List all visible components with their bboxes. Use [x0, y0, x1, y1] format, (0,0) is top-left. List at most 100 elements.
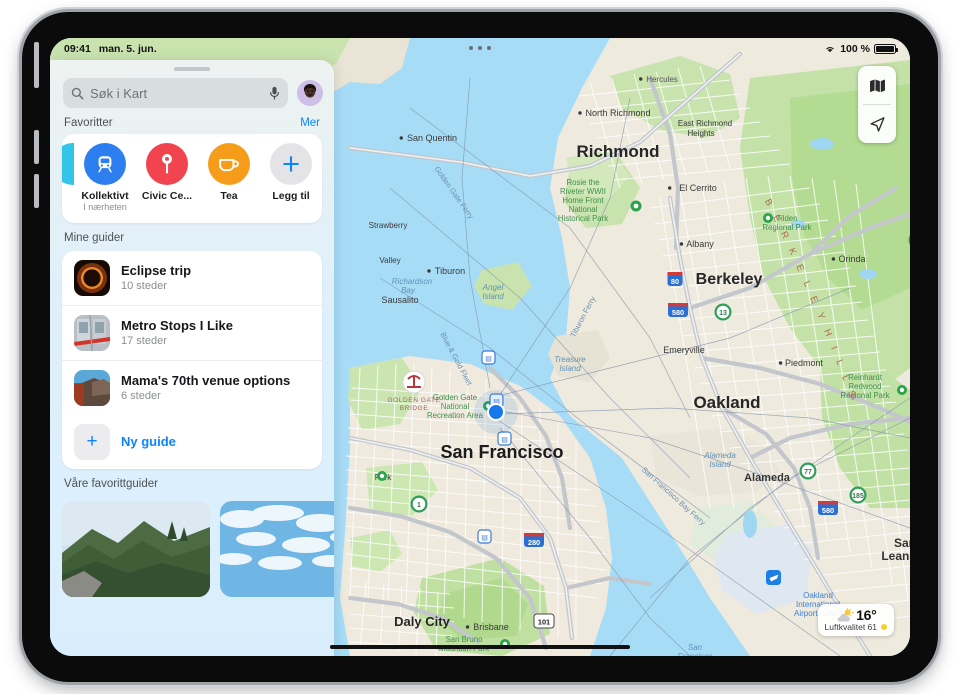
map-water-label: Island — [559, 364, 581, 373]
weather-row-aq: Luftkvalitet 61 — [825, 622, 887, 632]
highway-shield: 13 — [714, 303, 732, 321]
guide-row[interactable]: Mama's 70th venue options 6 steder — [62, 359, 322, 415]
volume-down-button[interactable] — [34, 174, 39, 208]
map-water-label: Island — [482, 292, 504, 301]
favorites-more-button[interactable]: Mer — [300, 117, 320, 129]
canyon-thumbnail — [74, 369, 110, 406]
map-water-label: Bay — [401, 286, 416, 295]
new-guide-row[interactable]: + Ny guide — [62, 415, 322, 469]
svg-text:1: 1 — [417, 502, 421, 509]
highway-shield: 280 — [524, 533, 544, 547]
map-city-label: Tiburon — [435, 266, 465, 276]
transit-icon — [84, 143, 126, 185]
microphone-icon — [270, 86, 279, 100]
map-city-label: Piedmont — [785, 358, 824, 368]
air-quality-indicator — [881, 624, 887, 630]
map-city-dot — [578, 111, 582, 115]
highway-shield: 77 — [799, 462, 817, 480]
device-screen: Richmond Berkeley Oakland San Francisco Daly… — [50, 38, 910, 656]
map-city-label: El Cerrito — [679, 183, 717, 193]
weather-row-temp: 16° — [825, 607, 887, 623]
map-water-label: Treasure — [554, 355, 586, 364]
favorite-label: Kollektivt — [81, 190, 129, 202]
guide-text: Metro Stops I Like 17 steder — [121, 318, 233, 348]
map-water-label: Angel — [482, 283, 504, 292]
map-city-label: San Quentin — [407, 133, 457, 143]
favorite-sublabel: I nærheten — [83, 202, 127, 213]
map-city-label: Daly City — [394, 614, 450, 629]
weather-temperature: 16° — [856, 607, 877, 623]
search-icon — [71, 87, 84, 99]
guide-row[interactable]: Eclipse trip 10 steder — [62, 251, 322, 305]
highway-shield: 80 — [667, 272, 683, 286]
map-ferry-label: Blue & Gold Fleet — [438, 331, 474, 388]
svg-text:77: 77 — [804, 469, 812, 476]
highway-shield: 185 — [849, 486, 867, 504]
map-city-label: Valley — [379, 256, 400, 265]
favorite-item-kollektivt[interactable]: Kollektivt I nærheten — [74, 143, 136, 213]
favorite-label: Tea — [220, 190, 238, 202]
highway-shield: 101 — [533, 613, 555, 629]
map-park-label: National — [569, 205, 598, 214]
map-layers-button[interactable] — [858, 66, 896, 104]
map-city-label: Brisbane — [473, 622, 509, 632]
guide-row[interactable]: Metro Stops I Like 17 steder — [62, 304, 322, 360]
favorite-item-civic-ce[interactable]: Civic Ce... — [136, 143, 198, 202]
map-city-label: East Richmond — [678, 119, 732, 128]
map-city-label: Heights — [687, 129, 714, 138]
search-input[interactable]: Søk i Kart — [63, 78, 288, 108]
multitask-dot — [478, 46, 482, 50]
favorite-item-legg-til[interactable]: Legg til — [260, 143, 322, 202]
forest-mountain-photo[interactable] — [62, 500, 210, 597]
svg-text:101: 101 — [538, 617, 550, 626]
svg-text:580: 580 — [822, 506, 834, 515]
new-guide-label: Ny guide — [121, 434, 176, 450]
cloudy-sky-photo[interactable] — [220, 500, 334, 597]
eclipse-thumbnail — [74, 259, 110, 296]
favorite-item-tea[interactable]: Tea — [198, 143, 260, 202]
current-location-dot — [474, 390, 518, 434]
svg-text:185: 185 — [852, 493, 864, 500]
favorite-label: Legg til — [272, 190, 310, 202]
favorites-strip[interactable]: Kollektivt I nærheten Civic Ce... Tea Legg t… — [62, 134, 322, 223]
map-park-label: National — [441, 402, 470, 411]
weather-widget[interactable]: 16° Luftkvalitet 61 — [817, 604, 894, 636]
map-city-label: Oakland — [693, 393, 760, 412]
locate-me-button[interactable] — [858, 105, 896, 143]
map-city-label: Berkeley — [696, 271, 763, 288]
favorite-item-partial[interactable] — [62, 143, 74, 190]
svg-text:▤: ▤ — [501, 437, 508, 444]
svg-text:BRIDGE: BRIDGE — [400, 405, 429, 412]
golden-gate-bridge-marker: GOLDEN GATE BRIDGE — [387, 370, 440, 412]
map-city-label: Richmond — [576, 142, 659, 161]
home-indicator[interactable] — [330, 645, 630, 649]
multitasking-handle[interactable] — [469, 46, 491, 50]
volume-up-button[interactable] — [34, 130, 39, 164]
map-city-label: Alameda — [744, 472, 791, 484]
map-city-dot — [668, 186, 672, 190]
map-city-label: North Richmond — [585, 108, 650, 118]
partly-cloudy-icon — [837, 607, 854, 622]
plus-icon: + — [74, 423, 110, 460]
map-city-label: Albany — [686, 239, 714, 249]
guide-place-count: 6 steder — [121, 389, 161, 402]
guide-place-count: 10 steder — [121, 279, 167, 292]
map-city-dot — [427, 269, 431, 273]
favorites-card: Kollektivt I nærheten Civic Ce... Tea Legg t… — [62, 134, 322, 223]
multitask-dot — [469, 46, 473, 50]
map-city-dot — [639, 77, 643, 81]
map-city-label: Hercules — [646, 75, 678, 84]
guide-title: Mama's 70th venue options — [121, 372, 291, 388]
user-avatar[interactable] — [297, 80, 323, 106]
map-city-dot — [465, 625, 470, 629]
map-city-label: Sausalito — [381, 295, 418, 305]
map-water-label: Francisco — [678, 652, 713, 656]
favourite-guides-header: Våre favorittguider — [50, 469, 334, 495]
map-water-label: Alameda — [703, 451, 736, 460]
map-city-dot — [679, 242, 684, 246]
power-button[interactable] — [34, 42, 39, 88]
favorite-label: Civic Ce... — [141, 190, 193, 202]
map-park-label: San Bruno — [446, 635, 484, 644]
guide-text: Mama's 70th venue options 6 steder — [121, 373, 290, 403]
svg-text:280: 280 — [528, 538, 540, 547]
